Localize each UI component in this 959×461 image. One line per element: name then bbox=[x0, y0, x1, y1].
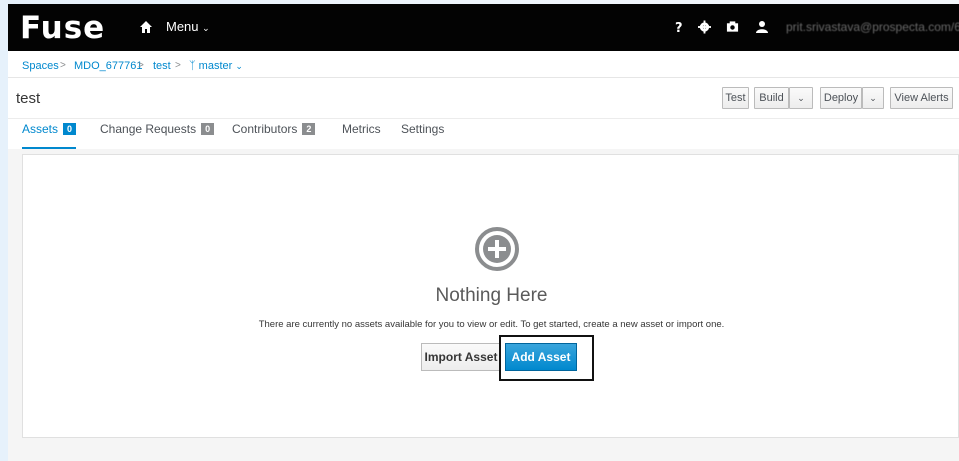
fuse-logo: Fuse bbox=[20, 10, 106, 46]
breadcrumb: Spaces > MDO_677761 > test > ᛉ master ⌄ bbox=[8, 51, 959, 78]
deploy-button[interactable]: Deploy bbox=[820, 87, 862, 109]
top-navbar: Fuse Menu ⌄ ? prit.srivastava@prospecta.… bbox=[8, 4, 959, 51]
svg-text:?: ? bbox=[675, 21, 683, 34]
tab-change-requests[interactable]: Change Requests 0 bbox=[100, 122, 215, 149]
user-icon[interactable] bbox=[756, 20, 768, 34]
tab-label: Contributors bbox=[232, 122, 298, 136]
breadcrumb-separator: > bbox=[175, 60, 181, 71]
build-dropdown-button[interactable]: ⌄ bbox=[789, 87, 813, 109]
empty-state-text: There are currently no assets available … bbox=[258, 319, 725, 330]
count-badge: 2 bbox=[302, 123, 316, 135]
count-badge: 0 bbox=[201, 123, 215, 135]
branch-name: master bbox=[198, 60, 233, 72]
tab-metrics[interactable]: Metrics bbox=[342, 122, 381, 149]
tab-label: Metrics bbox=[342, 122, 381, 136]
tab-label: Settings bbox=[401, 122, 445, 136]
breadcrumb-separator: > bbox=[138, 60, 144, 71]
chevron-down-icon: ⌄ bbox=[869, 93, 877, 103]
camera-icon[interactable] bbox=[726, 20, 739, 34]
tab-settings[interactable]: Settings bbox=[401, 122, 444, 149]
main-menu-dropdown[interactable]: Menu ⌄ bbox=[166, 19, 210, 34]
tab-label: Assets bbox=[22, 122, 59, 136]
breadcrumb-spaces[interactable]: Spaces bbox=[22, 60, 59, 72]
app-window: Fuse Menu ⌄ ? prit.srivastava@prospecta.… bbox=[8, 4, 959, 461]
view-alerts-button[interactable]: View Alerts bbox=[890, 87, 953, 109]
import-asset-button[interactable]: Import Asset bbox=[421, 343, 501, 371]
tab-contributors[interactable]: Contributors 2 bbox=[232, 122, 316, 149]
chevron-down-icon: ⌄ bbox=[797, 93, 805, 103]
tab-label: Change Requests bbox=[100, 122, 197, 136]
add-circle-icon bbox=[475, 227, 519, 271]
deploy-dropdown-button[interactable]: ⌄ bbox=[862, 87, 884, 109]
empty-state-card: Nothing Here There are currently no asse… bbox=[22, 154, 959, 438]
breadcrumb-separator: > bbox=[60, 60, 66, 71]
chevron-down-icon: ⌄ bbox=[202, 23, 210, 33]
user-email[interactable]: prit.srivastava@prospecta.com/6772 bbox=[786, 20, 959, 34]
empty-state-title: Nothing Here bbox=[435, 285, 548, 306]
highlight-box bbox=[499, 335, 594, 381]
count-badge: 0 bbox=[63, 123, 77, 135]
chevron-down-icon: ⌄ bbox=[235, 61, 243, 71]
page-header: test Test Build ⌄ Deploy ⌄ View Alerts bbox=[8, 78, 959, 119]
branch-icon: ᛉ bbox=[189, 60, 196, 72]
home-icon[interactable] bbox=[139, 20, 153, 34]
help-icon[interactable]: ? bbox=[674, 20, 684, 34]
breadcrumb-repo[interactable]: test bbox=[153, 60, 171, 72]
page-title: test bbox=[16, 90, 41, 107]
build-button[interactable]: Build bbox=[754, 87, 789, 109]
gear-icon[interactable] bbox=[698, 20, 711, 34]
tab-assets[interactable]: Assets 0 bbox=[22, 122, 77, 149]
breadcrumb-project[interactable]: MDO_677761 bbox=[74, 60, 143, 72]
test-button[interactable]: Test bbox=[722, 87, 749, 109]
menu-label: Menu bbox=[166, 19, 199, 34]
branch-selector[interactable]: ᛉ master ⌄ bbox=[189, 60, 243, 72]
project-tabs: Assets 0 Change Requests 0 Contributors 2 M… bbox=[8, 119, 959, 149]
